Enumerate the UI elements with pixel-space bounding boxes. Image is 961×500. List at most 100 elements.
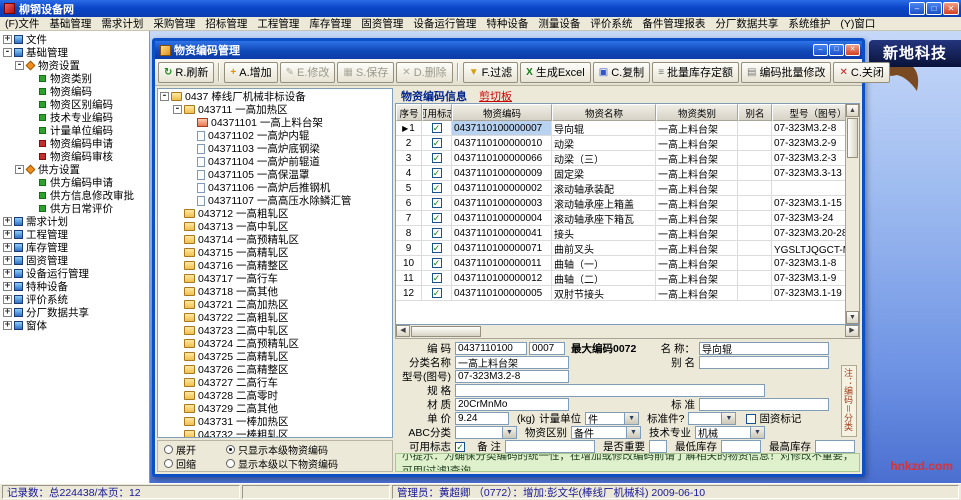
toolbar-button[interactable]: ▦S.保存: [337, 62, 394, 83]
tree-node[interactable]: +043721 二高加热区: [158, 298, 392, 311]
sidebar-item[interactable]: +供方编码申请: [0, 176, 149, 189]
vertical-scroll-thumb[interactable]: [847, 118, 858, 158]
column-header[interactable]: 序号: [396, 104, 422, 121]
tree-expander-icon[interactable]: -: [173, 105, 182, 114]
code-prefix-input[interactable]: [455, 342, 527, 355]
tree-node[interactable]: +043732 一棒粗轧区: [158, 428, 392, 438]
tree-expander-icon[interactable]: +: [3, 35, 12, 44]
name-input[interactable]: [699, 342, 829, 355]
table-row[interactable]: 11✓0437110100000012曲轴（二）一高上料台架07-323M3.1…: [396, 271, 845, 286]
usable-checkbox[interactable]: ✓: [455, 442, 465, 452]
toolbar-button[interactable]: ✎E.修改: [280, 62, 336, 83]
sidebar-item[interactable]: +技术专业编码: [0, 111, 149, 124]
usable-flag-cell[interactable]: ✓: [422, 181, 452, 196]
column-header[interactable]: 型号（图号）: [772, 104, 845, 121]
sidebar-item[interactable]: +特种设备: [0, 280, 149, 293]
toolbar-button[interactable]: ≡批量库存定额: [652, 62, 739, 83]
sidebar-item[interactable]: -物资设置: [0, 59, 149, 72]
table-row[interactable]: 2✓0437110100000010动梁一高上料台架07-323M3.2-9: [396, 136, 845, 151]
table-row[interactable]: 12✓0437110100000005双肘节接头一高上料台架07-323M3.1…: [396, 286, 845, 301]
scroll-down-icon[interactable]: ▼: [846, 311, 859, 324]
menu-item[interactable]: 系统维护: [783, 16, 835, 31]
menu-item[interactable]: 特种设备: [481, 16, 533, 31]
tree-node[interactable]: +043715 一高精轧区: [158, 246, 392, 259]
usable-flag-cell[interactable]: ✓: [422, 256, 452, 271]
sidebar-item[interactable]: +供方日常评价: [0, 202, 149, 215]
usable-flag-cell[interactable]: ✓: [422, 166, 452, 181]
sidebar-item[interactable]: +物资编码审核: [0, 150, 149, 163]
sidebar-item[interactable]: +物资编码申请: [0, 137, 149, 150]
table-row[interactable]: 9✓0437110100000071曲前叉头一高上料台架YGSLTJQGCT-M…: [396, 241, 845, 256]
menu-item[interactable]: 测量设备: [533, 16, 585, 31]
usable-flag-cell[interactable]: ✓: [422, 211, 452, 226]
sidebar-item[interactable]: +计量单位编码: [0, 124, 149, 137]
tree-node[interactable]: +043727 二高行车: [158, 376, 392, 389]
usable-flag-cell[interactable]: ✓: [422, 121, 452, 136]
tree-node[interactable]: +043713 一高中轧区: [158, 220, 392, 233]
standard-input[interactable]: [699, 398, 829, 411]
tree-node[interactable]: -043711 一高加热区: [158, 103, 392, 116]
price-input[interactable]: [455, 412, 509, 425]
table-row[interactable]: 5✓0437110100000002滚动轴承装配一高上料台架: [396, 181, 845, 196]
table-row[interactable]: 3✓0437110100000066动梁（三）一高上料台架07-323M3.2-…: [396, 151, 845, 166]
sidebar-item[interactable]: +工程管理: [0, 228, 149, 241]
close-button[interactable]: ✕: [943, 2, 959, 15]
tree-expander-icon[interactable]: +: [3, 295, 12, 304]
sidebar-item[interactable]: +需求计划: [0, 215, 149, 228]
chevron-down-icon[interactable]: ▼: [751, 426, 765, 439]
scroll-left-icon[interactable]: ◀: [396, 325, 410, 337]
toolbar-button[interactable]: X生成Excel: [520, 62, 591, 83]
tree-node[interactable]: +043728 二高零时: [158, 389, 392, 402]
tree-node[interactable]: +04371104 一高炉前辊道: [158, 155, 392, 168]
important-input[interactable]: [649, 440, 667, 453]
tree-expander-icon[interactable]: +: [3, 282, 12, 291]
max-stock-input[interactable]: [815, 440, 855, 453]
toolbar-button[interactable]: +A.增加: [224, 62, 277, 83]
usable-flag-cell[interactable]: ✓: [422, 271, 452, 286]
table-row[interactable]: 4✓0437110100000009固定梁一高上料台架07-323M3.3-13: [396, 166, 845, 181]
abc-select[interactable]: [455, 426, 503, 439]
usable-flag-cell[interactable]: ✓: [422, 226, 452, 241]
tree-node[interactable]: +043731 一棒加热区: [158, 415, 392, 428]
horizontal-scrollbar[interactable]: ◀ ▶: [395, 325, 860, 339]
tree-expander-icon[interactable]: +: [3, 217, 12, 226]
table-row[interactable]: ▶1✓0437110100000007导向辊一高上料台架07-323M3.2-8: [396, 121, 845, 136]
toolbar-button[interactable]: ▼F.过滤: [463, 62, 518, 83]
tree-node[interactable]: +043717 一高行车: [158, 272, 392, 285]
tree-node[interactable]: +04371106 一高炉后推钢机: [158, 181, 392, 194]
column-header[interactable]: 物资编码: [452, 104, 552, 121]
usable-flag-cell[interactable]: ✓: [422, 196, 452, 211]
sidebar-item[interactable]: +物资区别编码: [0, 98, 149, 111]
table-row[interactable]: 8✓0437110100000041接头一高上料台架07-323M3.20-28: [396, 226, 845, 241]
tree-node[interactable]: +043726 二高精整区: [158, 363, 392, 376]
tech-select[interactable]: [695, 426, 751, 439]
sidebar-item[interactable]: -基础管理: [0, 46, 149, 59]
dialog-minimize-button[interactable]: –: [813, 44, 828, 56]
tree-node[interactable]: +043714 一高预精轧区: [158, 233, 392, 246]
sidebar-item[interactable]: -供方设置: [0, 163, 149, 176]
tree-node[interactable]: +043724 二高预精轧区: [158, 337, 392, 350]
chevron-down-icon[interactable]: ▼: [627, 426, 641, 439]
radio-option[interactable]: 展开: [164, 442, 226, 457]
sidebar-item[interactable]: +文件: [0, 33, 149, 46]
unit-select[interactable]: [585, 412, 625, 425]
tree-expander-icon[interactable]: +: [3, 256, 12, 265]
maximize-button[interactable]: □: [926, 2, 942, 15]
tree-node[interactable]: +043729 二高其他: [158, 402, 392, 415]
sidebar-item[interactable]: +供方信息修改审批: [0, 189, 149, 202]
usable-flag-cell[interactable]: ✓: [422, 151, 452, 166]
sidebar-item[interactable]: +评价系统: [0, 293, 149, 306]
scroll-right-icon[interactable]: ▶: [845, 325, 859, 337]
tree-node[interactable]: +04371103 一高炉底钢梁: [158, 142, 392, 155]
menu-item[interactable]: 评价系统: [585, 16, 637, 31]
sidebar-item[interactable]: +库存管理: [0, 241, 149, 254]
min-stock-input[interactable]: [721, 440, 761, 453]
sidebar-item[interactable]: +固资管理: [0, 254, 149, 267]
menu-item[interactable]: 基础管理: [44, 16, 96, 31]
close-dialog-toolbar-button[interactable]: ✕C.关闭: [833, 62, 889, 83]
menu-item[interactable]: 备件管理报表: [637, 16, 710, 31]
toolbar-button[interactable]: ▣C.复制: [593, 62, 650, 83]
chevron-down-icon[interactable]: ▼: [722, 412, 736, 425]
sidebar-item[interactable]: +设备运行管理: [0, 267, 149, 280]
tree-node[interactable]: +043716 一高精整区: [158, 259, 392, 272]
